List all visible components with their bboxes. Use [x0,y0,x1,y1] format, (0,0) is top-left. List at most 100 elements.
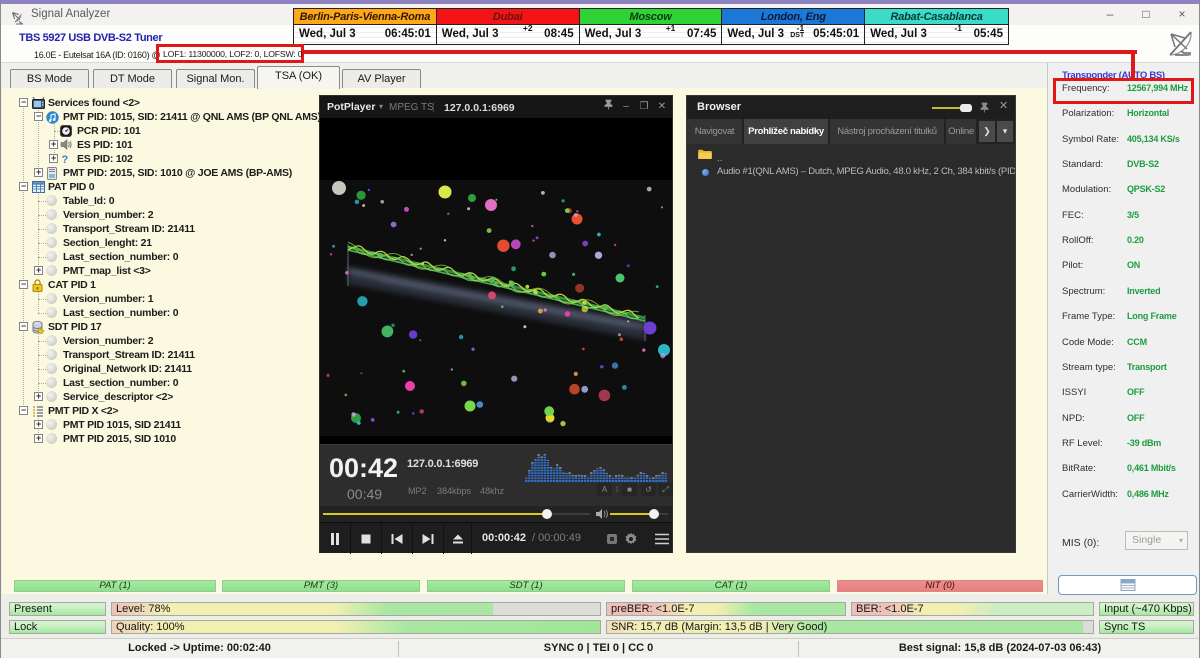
param-label: Standard: [1062,159,1103,170]
tree-label[interactable]: PMT PID 1015, SID 21411 [63,419,181,431]
browser-tab-n-stroj-proch-zen-titulk-[interactable]: Nástroj procházení titulků [830,119,944,144]
sphere-icon [46,433,57,444]
potplayer-minimize-icon[interactable]: – [618,99,634,115]
tree-item: + ES PID: 101 [2,138,320,152]
audio-track-item[interactable]: Audio #1(QNL AMS) – Dutch, MPEG Audio, 4… [717,166,1015,177]
menu-hamburger-icon[interactable] [650,523,674,554]
tree-label[interactable]: ES PID: 101 [77,139,133,151]
meter-label: BER: <1.0E-7 [856,603,924,616]
tab-tsa-ok-[interactable]: TSA (OK) [257,66,340,89]
tree-expand-toggle[interactable]: + [49,140,58,149]
ab-repeat-icon[interactable]: A [597,483,612,496]
tree-label[interactable]: ES PID: 102 [77,153,133,165]
tree-collapse-toggle[interactable]: − [19,406,28,415]
previous-button[interactable] [382,523,413,554]
transponder-row-standard: Standard:DVB-S2 [1048,159,1200,184]
tree-item: Version_number: 1 [2,292,320,306]
tree-label[interactable]: PMT PID: 2015, SID: 1010 @ JOE AMS (BP-A… [63,167,292,179]
browser-close-icon[interactable]: ✕ [999,99,1008,112]
potplayer-restore-icon[interactable]: ❐ [636,99,652,115]
tree-expand-toggle[interactable]: + [34,420,43,429]
tree-expand-toggle[interactable]: + [49,154,58,163]
tree-label[interactable]: Services found <2> [48,97,140,109]
meter-label: preBER: <1.0E-7 [611,603,694,616]
browser-tab-prohl-e-nab-dky[interactable]: Prohlížeč nabídky [744,119,828,144]
tree-collapse-toggle[interactable]: − [19,182,28,191]
mis-dropdown[interactable]: Single ▾ [1125,531,1188,550]
shuffle-icon[interactable]: ⤢ [658,483,673,496]
tree-label[interactable]: Version_number: 2 [63,335,153,347]
tree-label[interactable]: Service_descriptor <2> [63,391,173,403]
tree-label[interactable]: PMT PID 2015, SID 1010 [63,433,176,445]
tree-label[interactable]: PCR PID: 101 [77,125,141,137]
tree-label[interactable]: Transport_Stream ID: 21411 [63,349,195,361]
folder-up-label[interactable]: .. [717,153,723,164]
param-value: 0,486 MHz [1127,489,1169,499]
tree-label[interactable]: CAT PID 1 [48,279,96,291]
meter-label: Input (~470 Kbps) [1104,603,1192,616]
tabs-more-icon[interactable]: ▾ [997,121,1013,142]
tree-label[interactable]: Last_section_number: 0 [63,307,178,319]
tree-item: − CAT PID 1 [2,278,320,292]
tab-av-player[interactable]: AV Player [342,69,421,88]
tree-label[interactable]: PMT PID X <2> [48,405,118,417]
tree-label[interactable]: Version_number: 2 [63,209,153,221]
tree-collapse-toggle[interactable]: − [19,280,28,289]
tree-collapse-toggle[interactable]: − [19,322,28,331]
tab-signal-mon-[interactable]: Signal Mon. [176,69,255,88]
tree-expand-toggle[interactable]: + [34,266,43,275]
folder-up-icon[interactable] [698,148,712,159]
tree-label[interactable]: PMT PID: 1015, SID: 21411 @ QNL AMS (BP … [63,111,320,123]
minimize-button[interactable]: – [1093,4,1127,25]
transponder-panel: Transponder (AUTO BS) Frequency:12567,99… [1047,63,1200,594]
tree-label[interactable]: Table_Id: 0 [63,195,114,207]
tree-label[interactable]: Original_Network ID: 21411 [63,363,192,375]
tree-label[interactable]: SDT PID 17 [48,321,102,333]
tree-label[interactable]: Last_section_number: 0 [63,377,178,389]
settings-gear-icon[interactable] [619,523,643,554]
tree-collapse-toggle[interactable]: − [34,112,43,121]
transponder-row-spectrum: Spectrum:Inverted [1048,286,1200,311]
tab-bs-mode[interactable]: BS Mode [10,69,89,88]
seek-handle[interactable] [542,509,552,519]
volume-icon[interactable] [596,509,608,519]
volume-handle[interactable] [649,509,659,519]
tree-label[interactable]: Last_section_number: 0 [63,251,178,263]
step-icon[interactable]: ⁝ [613,483,621,496]
tree-label[interactable]: Section_lenght: 21 [63,237,152,249]
tree-label[interactable]: PAT PID 0 [48,181,94,193]
eject-button[interactable] [444,523,472,554]
param-value: OFF [1127,387,1144,397]
potplayer-close-icon[interactable]: ✕ [654,99,670,115]
maximize-button[interactable]: □ [1129,4,1163,25]
close-button[interactable]: × [1165,4,1199,25]
potplayer-menu-chevron-icon[interactable]: ▾ [379,102,383,111]
browser-titlebar[interactable]: Browser ✕ [687,96,1015,119]
panel-icon[interactable]: ■ [622,483,637,496]
pause-button[interactable] [320,523,351,554]
table-view-button[interactable] [1058,575,1197,595]
tree-expand-toggle[interactable]: + [34,168,43,177]
browser-pin-icon[interactable] [980,100,989,118]
tree-expand-toggle[interactable]: + [34,392,43,401]
tree-label[interactable]: Version_number: 1 [63,293,153,305]
potplayer-titlebar[interactable]: PotPlayer ▾ MPEG TS | 127.0.0.1:6969 – ❐… [320,96,672,118]
browser-slider-handle[interactable] [960,104,972,112]
pin-icon[interactable] [600,99,616,115]
next-button[interactable] [413,523,444,554]
tree-item: Version_number: 2 [2,208,320,222]
browser-tab-navigovat[interactable]: Navigovat [687,119,742,144]
stop-button[interactable] [351,523,382,554]
tab-dt-mode[interactable]: DT Mode [93,69,172,88]
tree-collapse-toggle[interactable]: − [19,98,28,107]
meter-present: Present [9,602,106,616]
potplayer-title[interactable]: PotPlayer [327,101,375,113]
repeat-icon[interactable]: ↺ [641,483,656,496]
transponder-row-bitrate: BitRate:0,461 Mbit/s [1048,463,1200,488]
browser-tab-online[interactable]: Online [946,119,976,144]
tree-label[interactable]: Transport_Stream ID: 21411 [63,223,195,235]
tree-label[interactable]: PMT_map_list <3> [63,265,151,277]
video-area[interactable] [320,118,672,444]
tree-expand-toggle[interactable]: + [34,434,43,443]
tabs-next-icon[interactable]: ❯ [979,121,995,142]
